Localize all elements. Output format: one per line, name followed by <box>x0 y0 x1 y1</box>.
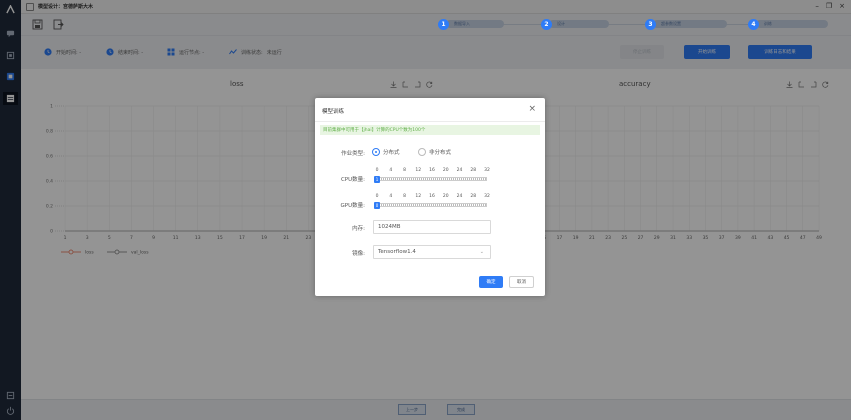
slider-tick-label: 16 <box>429 168 435 173</box>
memory-input[interactable]: 1024MB <box>373 220 491 234</box>
cpu-slider[interactable]: 0 4 8 12 16 20 24 28 32 1 <box>374 168 490 184</box>
slider-tick-label: 28 <box>470 168 477 173</box>
chevron-down-icon: ⌄ <box>479 249 484 255</box>
gpu-slider-ticks: 0 4 8 12 16 20 24 28 32 <box>374 194 490 200</box>
gpu-slider-handle[interactable]: 0 <box>374 202 380 209</box>
slider-tick-label: 32 <box>484 194 490 199</box>
gpu-slider[interactable]: 0 4 8 12 16 20 24 28 32 0 <box>374 194 490 210</box>
cpu-notice: 目前集群中可用于【jhai】计算的CPU个数为100个 <box>320 125 540 135</box>
slider-tick-label: 8 <box>403 168 406 173</box>
slider-tick-label: 24 <box>456 168 463 173</box>
modal-header: 模型训练 × <box>315 98 545 122</box>
training-modal: 模型训练 × 目前集群中可用于【jhai】计算的CPU个数为100个 作业类型:… <box>315 98 545 296</box>
slider-tick-label: 4 <box>389 194 393 199</box>
cpu-slider-ticks: 0 4 8 12 16 20 24 28 32 <box>374 168 490 174</box>
job-type-label: 作业类型: <box>341 151 365 157</box>
image-label: 镜像: <box>352 251 365 257</box>
slider-tick-label: 32 <box>484 168 490 173</box>
slider-tick-label: 0 <box>375 168 379 173</box>
memory-label: 内存: <box>352 226 365 232</box>
slider-tick-label: 12 <box>415 194 422 199</box>
modal-title: 模型训练 <box>322 109 345 115</box>
slider-tick-label: 20 <box>442 194 449 199</box>
gpu-label: GPU数量: <box>340 203 365 209</box>
cancel-button[interactable]: 取消 <box>509 276 534 288</box>
slider-tick-label: 20 <box>442 168 449 173</box>
slider-tick-label: 4 <box>389 168 393 173</box>
slider-tick-label: 16 <box>429 194 435 199</box>
confirm-button[interactable]: 确定 <box>479 276 503 288</box>
image-select[interactable]: Tensorflow1.4 ⌄ <box>373 245 491 259</box>
slider-tick-label: 12 <box>415 168 422 173</box>
slider-tick-label: 28 <box>470 194 477 199</box>
slider-tick-label: 8 <box>403 194 406 199</box>
radio-distributed[interactable]: 分布式 <box>372 148 400 156</box>
close-icon[interactable]: × <box>528 104 536 114</box>
radio-non-distributed[interactable]: 非分布式 <box>418 148 451 156</box>
cpu-label: CPU数量: <box>340 177 365 183</box>
slider-tick-label: 0 <box>375 194 379 199</box>
slider-tick-label: 24 <box>456 194 463 199</box>
cpu-slider-handle[interactable]: 1 <box>374 176 380 183</box>
